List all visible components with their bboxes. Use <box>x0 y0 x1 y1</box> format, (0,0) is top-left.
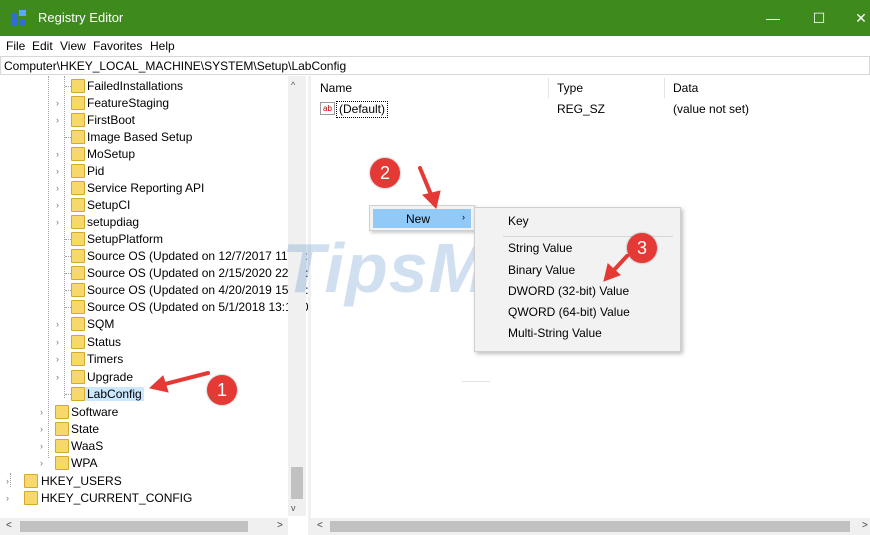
annotation-arrow-1 <box>163 371 210 386</box>
annotation-arrowhead-1 <box>148 375 169 393</box>
annotation-arrow-2 <box>418 166 434 199</box>
annotation-arrows <box>148 166 629 393</box>
annotation-arrowhead-2 <box>422 190 441 209</box>
annotation-badge-3: 3 <box>627 233 657 263</box>
annotation-badge-2: 2 <box>370 158 400 188</box>
annotation-arrow-3 <box>612 254 629 272</box>
annotation-badge-1: 1 <box>207 375 237 405</box>
